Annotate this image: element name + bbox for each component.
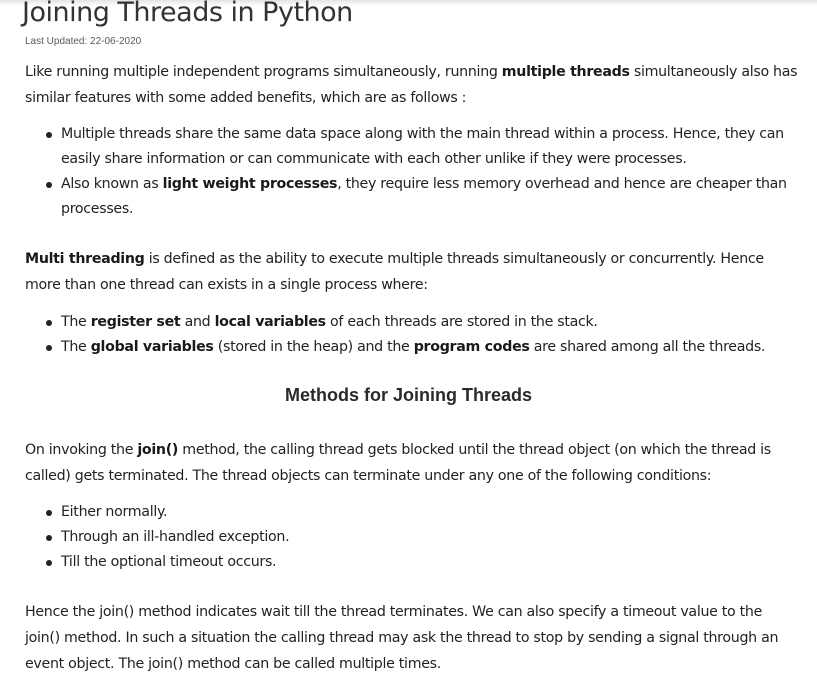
- list-item: The global variables (stored in the heap…: [46, 335, 801, 360]
- intro-bold-multiple-threads: multiple threads: [501, 64, 630, 80]
- join-paragraph: On invoking the join() method, the calli…: [25, 437, 800, 489]
- intro-text-1: Like running multiple independent progra…: [25, 64, 502, 80]
- intro-paragraph: Like running multiple independent progra…: [25, 59, 800, 111]
- benefits-list: Multiple threads share the same data spa…: [25, 122, 801, 222]
- storage-text: (stored in the heap) and the: [213, 339, 414, 355]
- storage-text: and: [180, 314, 215, 330]
- list-item: Till the optional timeout occurs.: [46, 550, 801, 575]
- storage-text: The: [61, 339, 91, 355]
- list-item: The register set and local variables of …: [46, 310, 801, 335]
- last-updated-date: Last Updated: 22-06-2020: [25, 36, 142, 47]
- storage-bold-term: local variables: [214, 314, 327, 330]
- storage-text: are shared among all the threads.: [529, 339, 766, 355]
- benefit-shared-data-text: Multiple threads share the same data spa…: [61, 126, 784, 167]
- article-title: Joining Threads in Python: [22, 0, 353, 28]
- termination-conditions-list: Either normally. Through an ill-handled …: [25, 500, 801, 575]
- multithreading-term: Multi threading: [25, 251, 145, 267]
- storage-bold-term: register set: [90, 314, 181, 330]
- list-item: Through an ill-handled exception.: [46, 525, 801, 550]
- storage-text: of each threads are stored in the stack.: [325, 314, 598, 330]
- list-item: Multiple threads share the same data spa…: [46, 122, 801, 172]
- multithreading-paragraph: Multi threading is defined as the abilit…: [25, 246, 800, 298]
- join-method-name: join(): [137, 442, 179, 458]
- closing-paragraph: Hence the join() method indicates wait t…: [25, 604, 779, 672]
- list-item: Also known as light weight processes, th…: [46, 172, 801, 222]
- list-item: Either normally.: [46, 500, 801, 525]
- storage-text: The: [61, 314, 91, 330]
- storage-bold-term: global variables: [90, 339, 214, 355]
- storage-bold-term: program codes: [413, 339, 530, 355]
- benefit-lightweight-pre: Also known as: [61, 176, 163, 192]
- join-text-pre: On invoking the: [25, 442, 138, 458]
- methods-heading: Methods for Joining Threads: [284, 385, 532, 405]
- benefit-lightweight-bold: light weight processes: [162, 176, 338, 192]
- thread-storage-list: The register set and local variables of …: [25, 310, 801, 360]
